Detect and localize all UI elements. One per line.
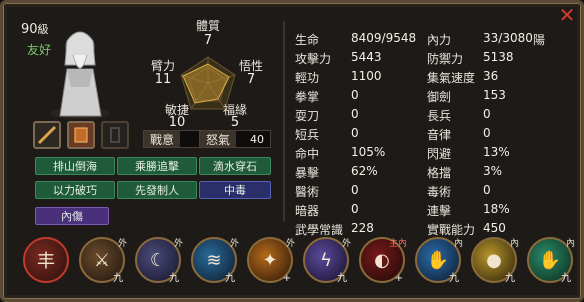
attributes-right-column: 內力 33/3080 防禦力 5138 集氣速度 36 御劍 153 長兵 0 音律 0 閃… (427, 31, 533, 240)
weapon-slot[interactable] (33, 121, 61, 149)
anger-stat: 怒氣 40 (199, 130, 271, 148)
accessory-slot[interactable] (101, 121, 129, 149)
attr-row: 毒術 0 (427, 183, 491, 199)
skill-bar: 丰 ⚔ 外 九 ☾ 外 九 ≋ 外 九 ✦ 外 + ϟ 外 九 ◐ 主內 + ✋… (19, 231, 575, 291)
skill-button-3[interactable]: 滴水穿石 (199, 157, 271, 175)
attr-row: 連擊 18% (427, 202, 510, 218)
sword-slash-icon: ⚔ (93, 249, 111, 271)
skill-button-4[interactable]: 以力破巧 (35, 181, 115, 199)
water-palm-icon: ✋ (426, 249, 450, 271)
ice-slash-icon: ≋ (206, 249, 222, 271)
empty-slot-icon (110, 127, 120, 143)
skill-slot-6[interactable]: ϟ 外 九 (303, 237, 351, 284)
attr-row: 輕功 1100 (295, 69, 382, 85)
attr-row: 拳掌 0 (295, 88, 359, 104)
attr-row: 長兵 0 (427, 107, 491, 123)
green-palm-icon: ✋ (538, 249, 562, 271)
skill-button-2[interactable]: 乘勝追擊 (117, 157, 197, 175)
skill-button-6[interactable]: 中毒 (199, 181, 271, 199)
skill-button-7[interactable]: 內傷 (35, 207, 109, 225)
war-intent-label: 戰意 (144, 131, 181, 147)
golden-orb-icon: ● (486, 249, 502, 271)
skill-slot-7[interactable]: ◐ 主內 + (359, 237, 407, 284)
anger-value: 40 (250, 132, 264, 146)
flame-strike-icon: ✦ (262, 249, 278, 271)
staff-icon (37, 125, 57, 145)
radar-value-top: 7 (203, 33, 213, 48)
attr-row: 內力 33/3080 (427, 31, 533, 47)
attr-row: 攻擊力 5443 (295, 50, 382, 66)
skill-slot-3[interactable]: ☾ 外 九 (135, 237, 183, 284)
character-panel: ✕ 90級 友好 體質 7 臂力 11 悟性 7 敏捷 10 福緣 5 戰意 怒… (0, 0, 584, 302)
level-number: 90 (21, 22, 38, 37)
armor-slot[interactable] (67, 121, 95, 149)
skill-button-5[interactable]: 先發制人 (117, 181, 197, 199)
attr-row: 短兵 0 (295, 126, 359, 142)
skill-slot-4[interactable]: ≋ 外 九 (191, 237, 239, 284)
panel-divider (283, 21, 285, 221)
anger-label: 怒氣 (200, 131, 237, 147)
attr-row: 格擋 3% (427, 164, 503, 180)
skill-slot-1[interactable]: 丰 (23, 237, 69, 283)
crescent-slash-icon: ☾ (149, 249, 167, 271)
character-portrait (50, 31, 110, 119)
attr-row: 暴擊 62% (295, 164, 378, 180)
robe-icon (74, 127, 88, 143)
attr-row: 防禦力 5138 (427, 50, 514, 66)
skill-slot-10[interactable]: ✋ 內 九 (527, 237, 575, 284)
close-icon[interactable]: ✕ (557, 5, 577, 25)
radar-value-left: 11 (154, 72, 172, 87)
radar-value-right: 7 (246, 72, 256, 87)
attr-row: 御劍 153 (427, 88, 506, 104)
attr-row: 命中 105% (295, 145, 386, 161)
skill-button-1[interactable]: 排山倒海 (35, 157, 115, 175)
attributes-left-column: 生命 8409/9548 攻擊力 5443 輕功 1100 拳掌 0 耍刀 0 短兵 0 命… (295, 31, 416, 240)
red-crescent-icon: ◐ (374, 249, 390, 271)
attr-row: 暗器 0 (295, 202, 359, 218)
radar-label-top: 體質 (195, 19, 220, 33)
claw-strike-icon: 丰 (37, 251, 55, 272)
attr-row: 集氣速度 36 (427, 69, 499, 85)
skill-slot-8[interactable]: ✋ 內 九 (415, 237, 463, 284)
alignment-label: 陽 (532, 33, 545, 47)
attr-row: 醫術 0 (295, 183, 359, 199)
attr-row: 生命 8409/9548 (295, 31, 417, 47)
skill-slot-9[interactable]: ● 內 九 (471, 237, 519, 284)
skill-slot-2[interactable]: ⚔ 外 九 (79, 237, 127, 284)
attr-row: 閃避 13% (427, 145, 510, 161)
attribute-radar: 體質 7 臂力 11 悟性 7 敏捷 10 福緣 5 (143, 17, 273, 137)
radar-value-bottom-left: 10 (168, 115, 186, 130)
attr-row: 音律 0 (427, 126, 491, 142)
attr-row: 耍刀 0 (295, 107, 359, 123)
lightning-slash-icon: ϟ (320, 249, 332, 271)
skill-slot-5[interactable]: ✦ 外 + (247, 237, 295, 284)
radar-value-bottom-right: 5 (230, 115, 240, 130)
